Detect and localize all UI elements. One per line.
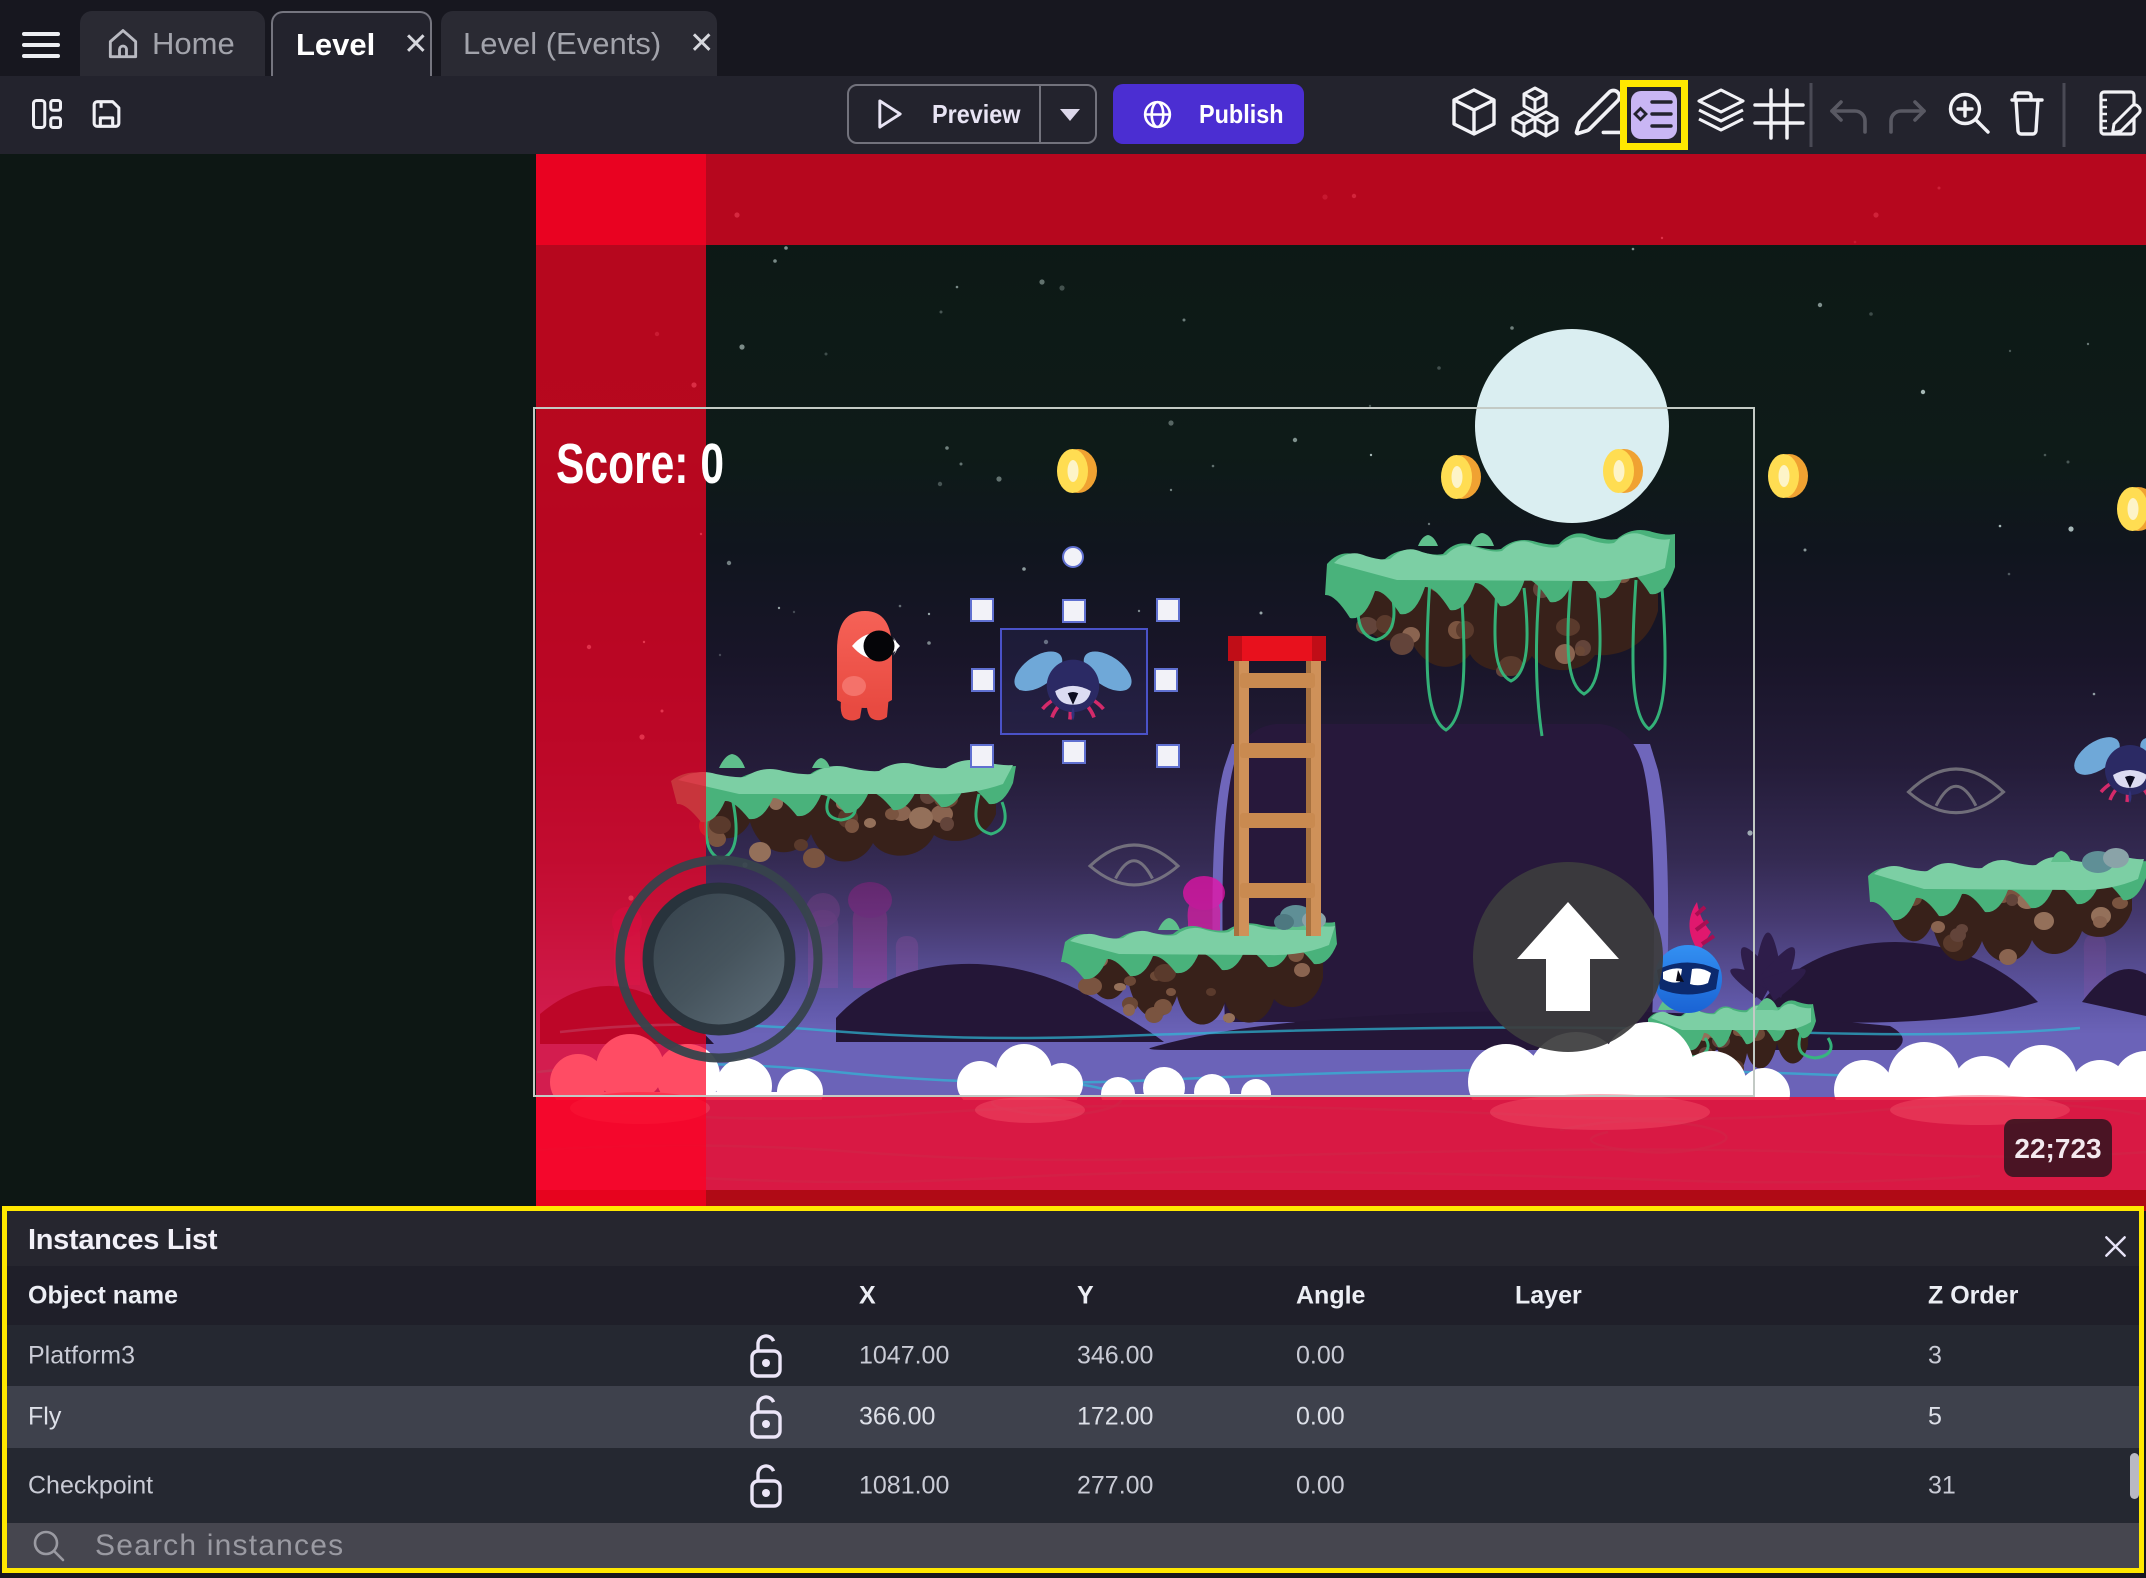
svg-text:22;723: 22;723 — [2014, 1133, 2101, 1164]
svg-text:Score: 0: Score: 0 — [556, 432, 724, 496]
